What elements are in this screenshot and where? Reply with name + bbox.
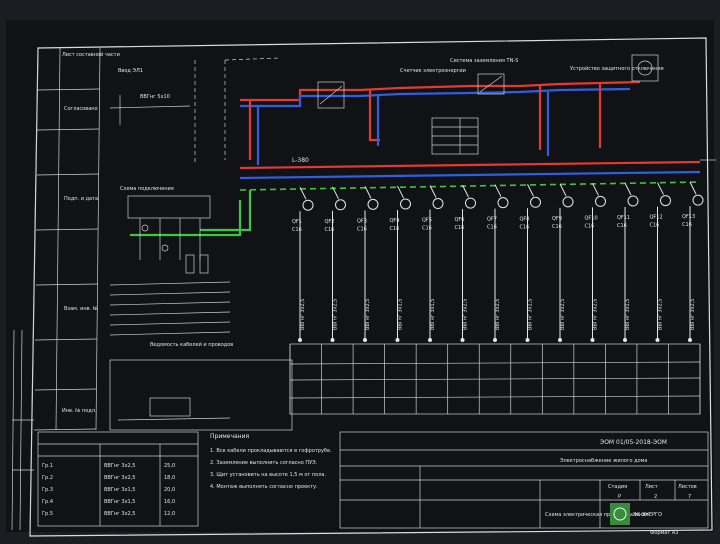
cable-cell: 25,0 [164, 463, 175, 469]
feeder-cable: ВВГнг 3х2,5 [463, 299, 469, 331]
logo-text: ЭК ЭНЕРГО [633, 512, 662, 518]
feeder-cable: ВВГнг 3х2,5 [690, 299, 696, 331]
feeder-cable: ВВГнг 3х1,5 [528, 299, 534, 331]
spec-title: Ведомость кабелей и проводов [150, 341, 233, 348]
drawing-photo: Лист составной части Согласовано Подп. и… [0, 0, 720, 540]
cable-cell: Гр.2 [42, 475, 53, 481]
title-code: ЭОМ 01/05-2018-ЭОМ [600, 439, 667, 446]
stamp-label-4: Инв. № подл. [62, 408, 97, 414]
electrical-schematic: Лист составной части Согласовано Подп. и… [0, 0, 720, 540]
title-sheet-val: 2 [654, 494, 657, 500]
feeder-label: QF11 [617, 215, 630, 221]
stamp-label-3: Взам. инв. № [64, 306, 99, 312]
feeder-rating: C16 [682, 222, 692, 228]
feeder-rating: C16 [325, 227, 335, 233]
feeder-cable: ВВГнг 3х1,5 [430, 299, 436, 331]
feeder-label: QF3 [357, 218, 367, 224]
note-1: 1. Все кабели прокладываются в гофротруб… [210, 448, 332, 454]
stamp-label-2: Подп. и дата [64, 196, 98, 202]
feeder-cable: ВВГнг 3х1,5 [398, 299, 404, 331]
legend-title: Схема подключения [120, 186, 174, 192]
title-stage-label: Стадия [608, 484, 627, 490]
feeder-rating: C16 [357, 226, 367, 232]
title-sheets-label: Листов [678, 484, 697, 490]
feeder-rating: C16 [585, 223, 595, 229]
feeder-cable: ВВГнг 3х1,5 [625, 299, 631, 331]
title-project: Электроснабжение жилого дома [560, 458, 648, 464]
feeder-label: QF4 [390, 218, 400, 224]
cable-cell: Гр.1 [42, 463, 53, 469]
feeder-label: QF8 [520, 216, 530, 222]
feeder-rating: C16 [617, 223, 627, 229]
cable-cell: ВВГнг 3х2,5 [104, 463, 136, 469]
top-note-2: Счетчик электроэнергии [400, 68, 466, 74]
feeder-cable: ВВГнг 3х2,5 [300, 299, 306, 331]
feeder-rating: C16 [292, 227, 302, 233]
input-cable-label: ВВГнг 5х10 [140, 94, 170, 100]
bus-label: L-380 [292, 157, 309, 164]
note-3: 3. Щит установить на высоте 1,5 м от пол… [210, 472, 326, 478]
feeder-label: QF10 [585, 215, 598, 221]
cable-cell: Гр.4 [42, 499, 53, 505]
feeder-cable: ВВГнг 3х2,5 [560, 299, 566, 331]
feeder-label: QF12 [650, 215, 663, 221]
cable-cell: Гр.3 [42, 487, 53, 493]
feeder-label: QF5 [422, 218, 432, 224]
feeder-label: QF13 [682, 214, 695, 220]
stamp-label-1: Согласовано [64, 106, 98, 112]
feeder-label: QF2 [325, 219, 335, 225]
feeder-cable: ВВГнг 3х2,5 [495, 299, 501, 331]
feeder-label: QF6 [455, 217, 465, 223]
cable-cell: 20,0 [164, 487, 175, 493]
cable-cell: ВВГнг 3х1,5 [104, 499, 136, 505]
feeder-cable: ВВГнг 3х2,5 [593, 299, 599, 331]
cable-cell: ВВГнг 3х2,5 [104, 475, 136, 481]
title-stage-val: Р [618, 494, 621, 500]
cable-cell: ВВГнг 3х1,5 [104, 487, 136, 493]
feeder-rating: C16 [552, 224, 562, 230]
title-format: Формат А3 [650, 530, 678, 536]
input-label: Ввод ЭЛ1 [118, 68, 143, 74]
feeder-cable: ВВГнг 3х2,5 [333, 299, 339, 331]
top-note-1: Система заземления TN-S [450, 58, 518, 64]
cable-cell: Гр.5 [42, 511, 53, 517]
note-2: 2. Заземление выполнить согласно ПУЭ. [210, 460, 318, 466]
feeder-label: QF1 [292, 219, 302, 225]
feeder-rating: C16 [455, 225, 465, 231]
title-sheet-label: Лист [645, 484, 658, 490]
feeder-rating: C16 [487, 225, 497, 231]
top-note-3: Устройство защитного отключения [570, 65, 664, 72]
stamp-header: Лист составной части [62, 51, 120, 58]
feeder-rating: C16 [390, 226, 400, 232]
notes-title: Примечания [210, 433, 249, 440]
cable-cell: 16,0 [164, 499, 175, 505]
note-4: 4. Монтаж выполнять согласно проекту. [210, 484, 318, 490]
feeder-cable: ВВГнг 3х2,5 [365, 299, 371, 331]
company-logo [610, 503, 630, 525]
feeder-rating: C16 [422, 226, 432, 232]
cable-cell: ВВГнг 3х2,5 [104, 511, 136, 517]
cable-cell: 12,0 [164, 511, 175, 517]
feeder-rating: C16 [520, 224, 530, 230]
feeder-label: QF9 [552, 216, 562, 222]
feeder-cable: ВВГнг 3х2,5 [658, 299, 664, 331]
cable-cell: 18,0 [164, 475, 175, 481]
feeder-rating: C16 [650, 223, 660, 229]
title-sheets-val: 7 [688, 494, 691, 500]
feeder-label: QF7 [487, 217, 497, 223]
